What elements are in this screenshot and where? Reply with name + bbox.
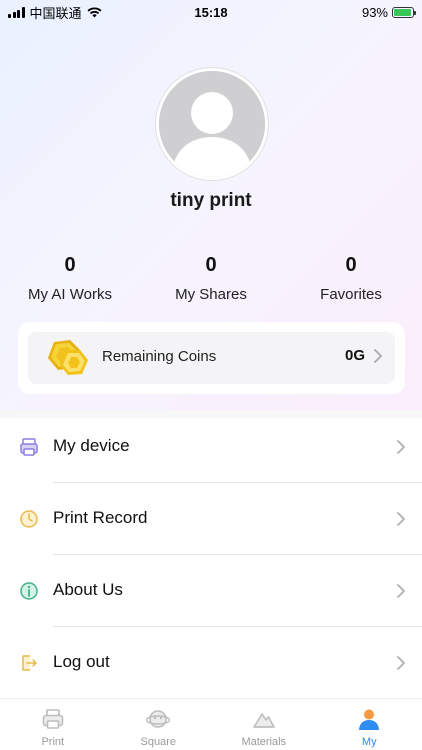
remaining-coins-row[interactable]: Remaining Coins 0G bbox=[28, 332, 395, 384]
menu-label: Log out bbox=[53, 652, 110, 671]
person-tab-icon bbox=[359, 709, 380, 730]
info-icon bbox=[20, 582, 38, 600]
stat-value: 0 bbox=[345, 254, 357, 276]
status-right: 93% bbox=[361, 4, 416, 20]
carrier-label: 中国联通 bbox=[29, 5, 82, 21]
stat-label: My Shares bbox=[175, 286, 247, 303]
gold-coin-icon bbox=[48, 340, 88, 375]
menu-label: My device bbox=[53, 436, 130, 455]
tab-materials[interactable]: Materials bbox=[211, 699, 317, 750]
coins-card: Remaining Coins 0G bbox=[18, 322, 405, 394]
tab-square[interactable]: Square bbox=[106, 699, 212, 750]
avatar[interactable] bbox=[156, 68, 268, 180]
menu-label: Print Record bbox=[53, 508, 148, 527]
menu-item-print-record[interactable]: Print Record bbox=[0, 483, 422, 555]
mountain-tab-icon bbox=[252, 713, 275, 728]
tab-label: Print bbox=[41, 736, 65, 748]
coins-value: 0G bbox=[344, 347, 365, 364]
battery-icon bbox=[392, 6, 416, 18]
menu-label: About Us bbox=[53, 580, 123, 599]
chevron-right-icon bbox=[397, 512, 405, 526]
status-bar: 中国联通 15:18 93% bbox=[0, 0, 422, 24]
planet-tab-icon bbox=[146, 710, 171, 728]
signal-icon bbox=[8, 6, 25, 18]
stat-label: Favorites bbox=[320, 286, 382, 303]
default-user-avatar-icon bbox=[159, 71, 265, 177]
stat-ai-works[interactable]: 0 My AI Works bbox=[0, 252, 140, 303]
wifi-icon bbox=[87, 6, 102, 17]
chevron-right-icon bbox=[374, 349, 382, 363]
settings-menu: My device Print Record About Us Log out bbox=[0, 411, 422, 699]
printer-tab-icon bbox=[42, 709, 64, 729]
menu-item-about-us[interactable]: About Us bbox=[0, 555, 422, 627]
battery-percent: 93% bbox=[361, 4, 388, 20]
chevron-right-icon bbox=[397, 440, 405, 454]
stat-shares[interactable]: 0 My Shares bbox=[141, 252, 281, 303]
chevron-right-icon bbox=[397, 584, 405, 598]
tab-label: Square bbox=[140, 736, 176, 748]
stat-favorites[interactable]: 0 Favorites bbox=[281, 252, 421, 303]
chevron-right-icon bbox=[397, 656, 405, 670]
tab-label: My bbox=[361, 736, 377, 748]
logout-icon bbox=[22, 655, 37, 671]
username: tiny print bbox=[170, 190, 252, 211]
clock-icon bbox=[20, 510, 38, 528]
printer-icon bbox=[20, 438, 38, 456]
menu-item-my-device[interactable]: My device bbox=[0, 411, 422, 483]
tab-bar: Print Square Materials My bbox=[0, 698, 422, 750]
menu-item-log-out[interactable]: Log out bbox=[0, 627, 422, 699]
coins-label: Remaining Coins bbox=[102, 348, 217, 365]
stat-label: My AI Works bbox=[28, 286, 112, 303]
stats-row: 0 My AI Works 0 My Shares 0 Favorites bbox=[0, 252, 422, 312]
tab-my[interactable]: My bbox=[317, 699, 422, 750]
tab-label: Materials bbox=[241, 736, 287, 748]
tab-print[interactable]: Print bbox=[0, 699, 106, 750]
stat-value: 0 bbox=[205, 254, 217, 276]
stat-value: 0 bbox=[64, 254, 76, 276]
status-left: 中国联通 bbox=[8, 3, 102, 22]
